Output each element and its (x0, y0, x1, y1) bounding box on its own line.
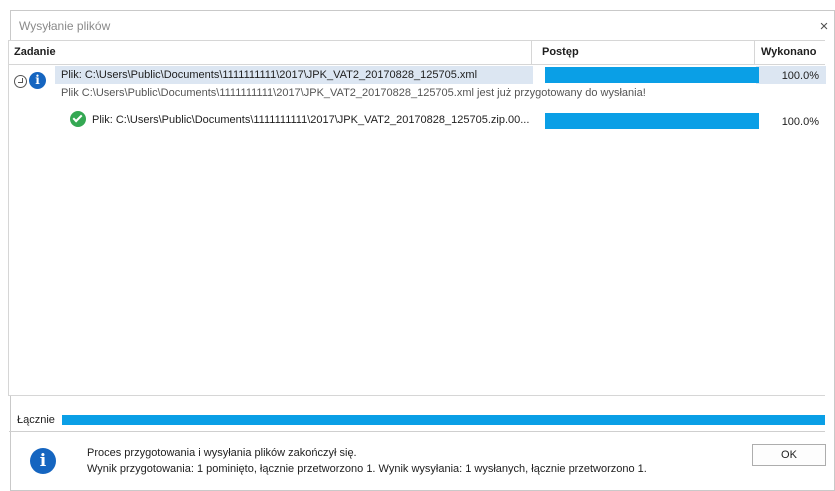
title-bar: Wysyłanie plików × (11, 11, 834, 43)
task-file-path: Plik: C:\Users\Public\Documents\11111111… (61, 69, 478, 81)
dialog-title: Wysyłanie plików (19, 19, 111, 33)
divider (9, 431, 825, 432)
status-summary: Wynik przygotowania: 1 pominięto, łączni… (87, 463, 647, 475)
check-icon (70, 111, 86, 127)
total-label: Łącznie (17, 414, 55, 426)
info-icon: i (30, 448, 56, 474)
column-header-done[interactable]: Wykonano (756, 41, 826, 64)
column-header-task[interactable]: Zadanie (9, 41, 532, 64)
task-file-path: Plik: C:\Users\Public\Documents\11111111… (92, 114, 530, 126)
status-message: Proces przygotowania i wysyłania plików … (87, 447, 357, 459)
total-progress-bar (62, 415, 825, 425)
task-message: Plik C:\Users\Public\Documents\111111111… (61, 87, 646, 99)
info-icon: i (29, 72, 46, 89)
row-progress-bar (545, 67, 759, 83)
task-grid: Zadanie Postęp Wykonano i Plik: C:\Users… (8, 40, 826, 396)
close-icon[interactable]: × (814, 15, 834, 39)
collapse-toggle-icon[interactable] (14, 75, 27, 88)
column-header-progress[interactable]: Postęp (533, 41, 755, 64)
ok-button[interactable]: OK (752, 444, 826, 466)
grid-header: Zadanie Postęp Wykonano (9, 41, 825, 65)
row-done-percent: 100.0% (781, 116, 819, 128)
row-done-percent: 100.0% (781, 70, 819, 82)
row-progress-bar (545, 113, 759, 129)
